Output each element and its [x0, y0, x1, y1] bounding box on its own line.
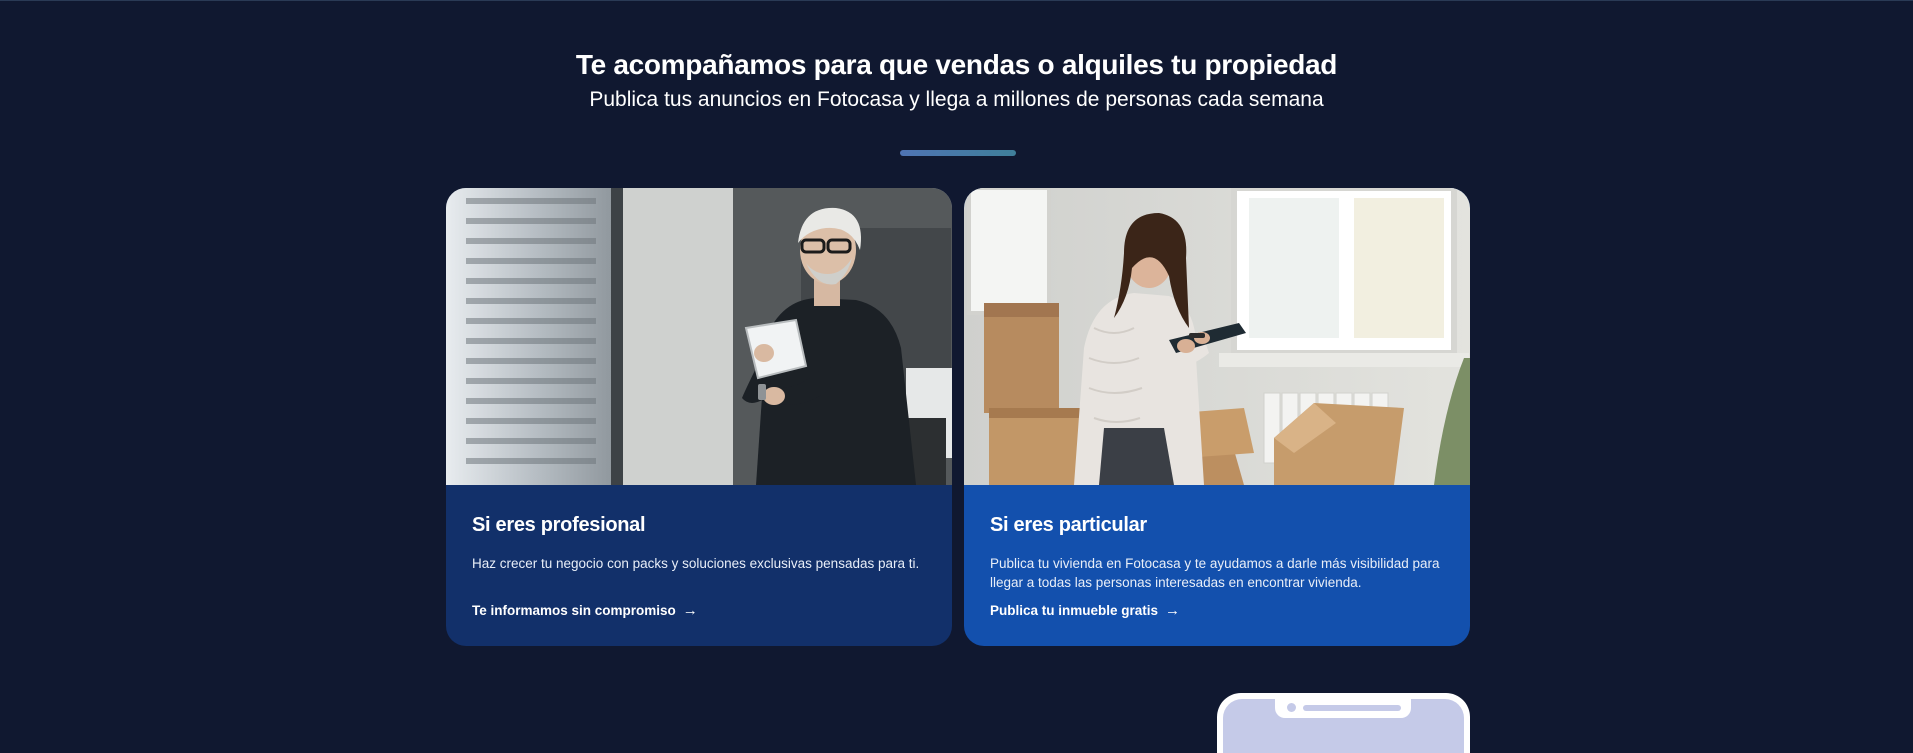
phone-illustration — [1217, 693, 1470, 753]
section-divider — [900, 150, 1016, 156]
hero-section: Te acompañamos para que vendas o alquile… — [0, 48, 1913, 114]
top-border — [0, 0, 1913, 1]
card-title-private: Si eres particular — [990, 514, 1147, 536]
woman-with-clipboard-photo — [964, 188, 1470, 485]
publish-property-link[interactable]: Publica tu inmueble gratis → — [990, 602, 1180, 619]
section-title: Te acompañamos para que vendas o alquile… — [575, 49, 1338, 80]
professional-info-link[interactable]: Te informamos sin compromiso → — [472, 602, 698, 619]
phone-speaker-icon — [1303, 705, 1401, 711]
phone-notch — [1275, 699, 1411, 718]
card-image-professional — [446, 188, 952, 485]
section-subtitle: Publica tus anuncios en Fotocasa y llega… — [589, 88, 1324, 111]
card-private: Si eres particular Publica tu vivienda e… — [964, 188, 1470, 646]
phone-camera-icon — [1287, 703, 1296, 712]
card-professional: Si eres profesional Haz crecer tu negoci… — [446, 188, 952, 646]
card-title-professional: Si eres profesional — [472, 514, 646, 536]
card-description-professional: Haz crecer tu negocio con packs y soluci… — [472, 556, 920, 571]
card-description-private: Publica tu vivienda en Fotocasa y te ayu… — [990, 556, 1440, 590]
publish-link-label: Publica tu inmueble gratis — [990, 603, 1159, 618]
arrow-right-icon: → — [682, 602, 698, 619]
card-image-private — [964, 188, 1470, 485]
man-with-tablet-photo — [446, 188, 952, 485]
arrow-right-icon: → — [1165, 602, 1181, 619]
professional-link-label: Te informamos sin compromiso — [472, 603, 676, 618]
